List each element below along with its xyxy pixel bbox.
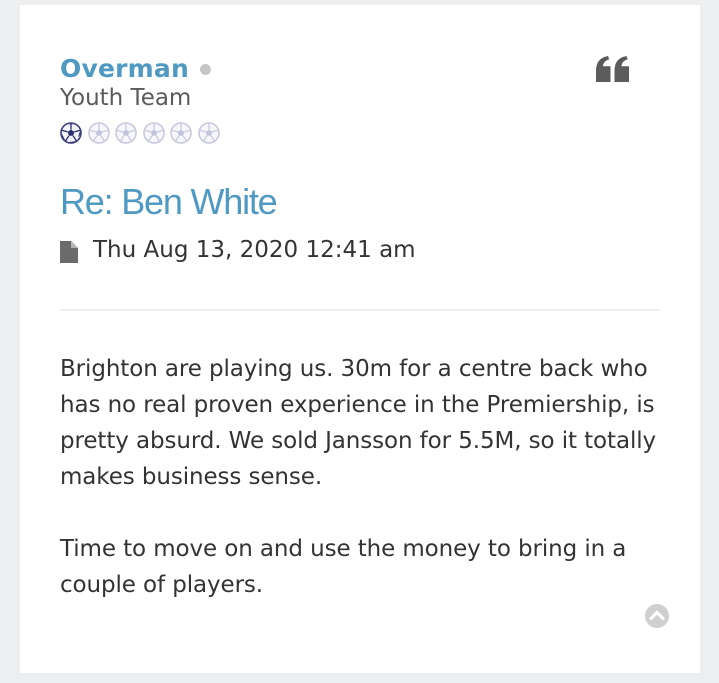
- author-row: Overman: [60, 48, 211, 88]
- football-icon: [87, 122, 110, 144]
- post-body: Brighton are playing us. 30m for a centr…: [60, 351, 660, 639]
- football-icon: [142, 122, 165, 144]
- rank-title: Youth Team: [60, 85, 192, 111]
- post-meta: Thu Aug 13, 2020 12:41 am: [60, 237, 416, 263]
- football-icon: [197, 122, 220, 144]
- chevron-up-circle-icon[interactable]: [645, 604, 669, 628]
- post-date: Thu Aug 13, 2020 12:41 am: [93, 237, 416, 263]
- post-card: Overman Youth Team Re: Ben White Thu Aug…: [20, 5, 700, 673]
- quote-icon[interactable]: [595, 54, 631, 84]
- offline-status-icon: [199, 64, 211, 75]
- post-paragraph: Brighton are playing us. 30m for a centr…: [60, 356, 657, 490]
- football-icon: [170, 122, 192, 144]
- document-icon[interactable]: [60, 241, 78, 263]
- football-icon: [60, 122, 82, 144]
- username-link[interactable]: Overman: [60, 54, 189, 83]
- rank-image: [60, 122, 225, 144]
- football-icon: [115, 122, 137, 144]
- divider: [60, 309, 660, 311]
- post-paragraph: Time to move on and use the money to bri…: [60, 536, 627, 598]
- post-title-link[interactable]: Re: Ben White: [60, 181, 278, 223]
